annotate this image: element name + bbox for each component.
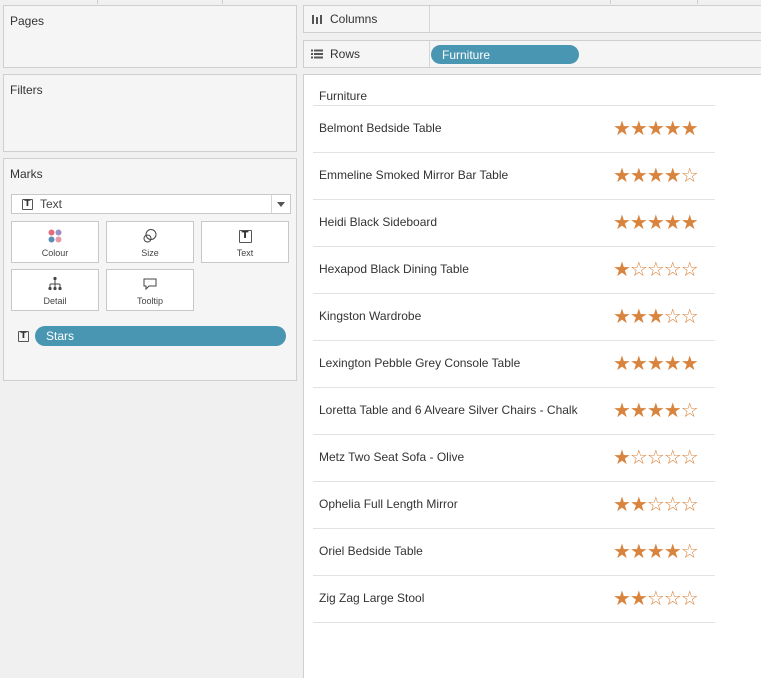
mark-type-dropdown[interactable]: T Text <box>11 194 291 214</box>
star-rating: ★★★★★ <box>613 116 699 140</box>
star-rating: ★★☆☆☆ <box>613 492 699 516</box>
rows-shelf[interactable]: Rows Furniture <box>303 40 761 68</box>
table-row[interactable]: Ophelia Full Length Mirror ★★☆☆☆ <box>313 482 715 529</box>
colour-button[interactable]: Colour <box>11 221 99 263</box>
colour-icon <box>47 228 63 244</box>
view-canvas: Furniture Belmont Bedside Table ★★★★★ Em… <box>303 74 761 678</box>
chevron-down-icon <box>277 201 285 207</box>
tooltip-icon <box>142 276 158 292</box>
table-row[interactable]: Hexapod Black Dining Table ★☆☆☆☆ <box>313 247 715 294</box>
furniture-pill[interactable]: Furniture <box>431 45 579 64</box>
text-mark-icon: T <box>22 198 33 210</box>
row-label: Oriel Bedside Table <box>319 544 423 558</box>
row-label: Heidi Black Sideboard <box>319 215 438 229</box>
row-label: Zig Zag Large Stool <box>319 591 425 605</box>
row-label: Loretta Table and 6 Alveare Silver Chair… <box>319 403 578 417</box>
row-label: Emmeline Smoked Mirror Bar Table <box>319 168 509 182</box>
table-row[interactable]: Emmeline Smoked Mirror Bar Table ★★★★☆ <box>313 153 715 200</box>
row-label: Kingston Wardrobe <box>319 309 422 323</box>
detail-label: Detail <box>43 296 67 306</box>
columns-label: Columns <box>330 12 378 26</box>
row-label: Lexington Pebble Grey Console Table <box>319 356 521 370</box>
columns-shelf[interactable]: Columns <box>303 5 761 33</box>
table-row[interactable]: Lexington Pebble Grey Console Table ★★★★… <box>313 341 715 388</box>
toolbar-divider <box>97 0 98 4</box>
table-row[interactable]: Kingston Wardrobe ★★★☆☆ <box>313 294 715 341</box>
toolbar-divider <box>697 0 698 4</box>
filters-shelf[interactable]: Filters <box>3 74 297 152</box>
star-rating: ★☆☆☆☆ <box>613 257 699 281</box>
tooltip-button[interactable]: Tooltip <box>106 269 194 311</box>
star-rating: ★★★★★ <box>613 210 699 234</box>
table-row[interactable]: Loretta Table and 6 Alveare Silver Chair… <box>313 388 715 435</box>
size-label: Size <box>141 248 159 258</box>
marks-title: Marks <box>10 167 43 181</box>
detail-icon <box>47 276 63 292</box>
star-rating: ★☆☆☆☆ <box>613 445 699 469</box>
marks-card: Marks T Text Colour Size T Text Detail T… <box>3 158 297 381</box>
table-row[interactable]: Zig Zag Large Stool ★★☆☆☆ <box>313 576 715 623</box>
column-header: Furniture <box>319 89 368 103</box>
star-rating: ★★☆☆☆ <box>613 586 699 610</box>
pages-title: Pages <box>10 14 45 28</box>
row-label: Belmont Bedside Table <box>319 121 442 135</box>
star-rating: ★★★★☆ <box>613 398 699 422</box>
columns-shelf-label: Columns <box>304 6 430 32</box>
table-row[interactable]: Belmont Bedside Table ★★★★★ <box>313 106 715 153</box>
columns-icon <box>311 13 325 25</box>
dropdown-caret[interactable] <box>271 195 290 213</box>
stars-pill[interactable]: Stars <box>35 326 286 346</box>
row-label: Hexapod Black Dining Table <box>319 262 469 276</box>
text-label: Text <box>236 248 254 258</box>
star-rating: ★★★★☆ <box>613 163 699 187</box>
toolbar-divider <box>610 0 611 4</box>
text-button[interactable]: T Text <box>201 221 289 263</box>
mark-type-label: Text <box>40 197 63 211</box>
star-rating: ★★★★☆ <box>613 539 699 563</box>
detail-button[interactable]: Detail <box>11 269 99 311</box>
size-icon <box>142 228 158 244</box>
rows-shelf-label: Rows <box>304 41 430 67</box>
rows-icon <box>311 48 325 60</box>
toolbar-divider <box>222 0 223 4</box>
table-row[interactable]: Oriel Bedside Table ★★★★☆ <box>313 529 715 576</box>
star-rating: ★★★★★ <box>613 351 699 375</box>
rows-label: Rows <box>330 47 361 61</box>
text-icon: T <box>238 228 252 244</box>
star-rating: ★★★☆☆ <box>613 304 699 328</box>
size-button[interactable]: Size <box>106 221 194 263</box>
table-row[interactable]: Metz Two Seat Sofa - Olive ★☆☆☆☆ <box>313 435 715 482</box>
table-row[interactable]: Heidi Black Sideboard ★★★★★ <box>313 200 715 247</box>
pages-shelf[interactable]: Pages <box>3 5 297 68</box>
tooltip-label: Tooltip <box>136 296 163 306</box>
text-encoding-icon: T <box>18 331 29 342</box>
row-label: Metz Two Seat Sofa - Olive <box>319 450 465 464</box>
colour-label: Colour <box>41 248 69 258</box>
filters-title: Filters <box>10 83 43 97</box>
row-label: Ophelia Full Length Mirror <box>319 497 458 511</box>
